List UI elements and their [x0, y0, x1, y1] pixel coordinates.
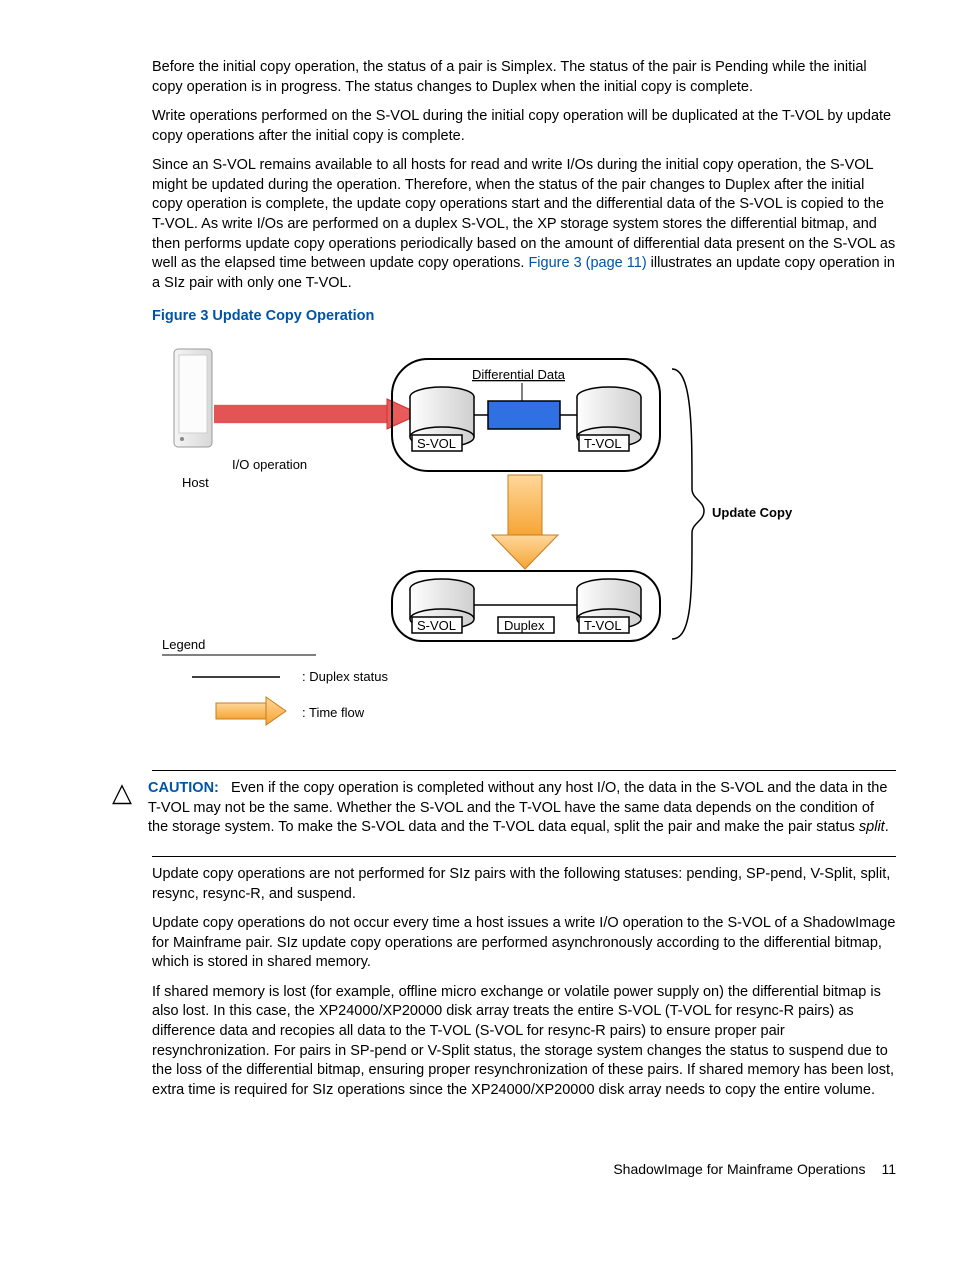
- differential-data-block: [488, 401, 560, 429]
- host-icon: [174, 349, 212, 447]
- timeflow-arrow-icon: [492, 475, 558, 569]
- caution-label: CAUTION:: [148, 780, 219, 796]
- svg-text:T-VOL: T-VOL: [584, 436, 622, 451]
- paragraph: Write operations performed on the S-VOL …: [152, 107, 896, 146]
- divider: [152, 770, 896, 771]
- divider: [152, 856, 896, 857]
- paragraph: Update copy operations do not occur ever…: [152, 914, 896, 973]
- tvol-cylinder-bottom-icon: T-VOL: [577, 579, 641, 633]
- text: Since an S-VOL remains available to all …: [152, 157, 895, 271]
- text: .: [885, 819, 889, 835]
- io-arrow-icon: [214, 399, 420, 429]
- svol-cylinder-icon: S-VOL: [410, 387, 474, 451]
- io-operation-label: I/O operation: [232, 457, 307, 472]
- paragraph: Since an S-VOL remains available to all …: [152, 156, 896, 293]
- paragraph: If shared memory is lost (for example, o…: [152, 983, 896, 1100]
- legend-timeflow-text: : Time flow: [302, 705, 365, 720]
- figure-update-copy-operation: Host I/O operation S-VOL: [152, 339, 896, 751]
- svol-cylinder-bottom-icon: S-VOL: [410, 579, 474, 633]
- differential-data-label: Differential Data: [472, 367, 566, 382]
- caution-icon: △: [108, 779, 136, 848]
- legend-duplex-text: : Duplex status: [302, 669, 388, 684]
- legend-label: Legend: [162, 637, 205, 652]
- paragraph: Before the initial copy operation, the s…: [152, 58, 896, 97]
- tvol-cylinder-icon: T-VOL: [577, 387, 641, 451]
- page-footer: ShadowImage for Mainframe Operations 11: [58, 1160, 896, 1179]
- paragraph: Update copy operations are not performed…: [152, 865, 896, 904]
- footer-section-title: ShadowImage for Mainframe Operations: [613, 1160, 865, 1179]
- caution-text: CAUTION: Even if the copy operation is c…: [148, 779, 896, 838]
- text: Even if the copy operation is completed …: [148, 780, 887, 835]
- update-copy-label: Update Copy: [712, 505, 792, 520]
- svg-text:S-VOL: S-VOL: [417, 618, 456, 633]
- figure-title: Figure 3 Update Copy Operation: [152, 307, 896, 327]
- text-italic: split: [859, 819, 885, 835]
- duplex-label: Duplex: [504, 618, 545, 633]
- brace-icon: [672, 369, 704, 639]
- svg-text:S-VOL: S-VOL: [417, 436, 456, 451]
- figure-reference-link[interactable]: Figure 3 (page 11): [528, 255, 646, 271]
- caution-admonition: △ CAUTION: Even if the copy operation is…: [108, 779, 896, 848]
- svg-text:T-VOL: T-VOL: [584, 618, 622, 633]
- host-label: Host: [182, 475, 209, 490]
- legend-timeflow-arrow-icon: [216, 697, 286, 725]
- footer-page-number: 11: [881, 1160, 896, 1179]
